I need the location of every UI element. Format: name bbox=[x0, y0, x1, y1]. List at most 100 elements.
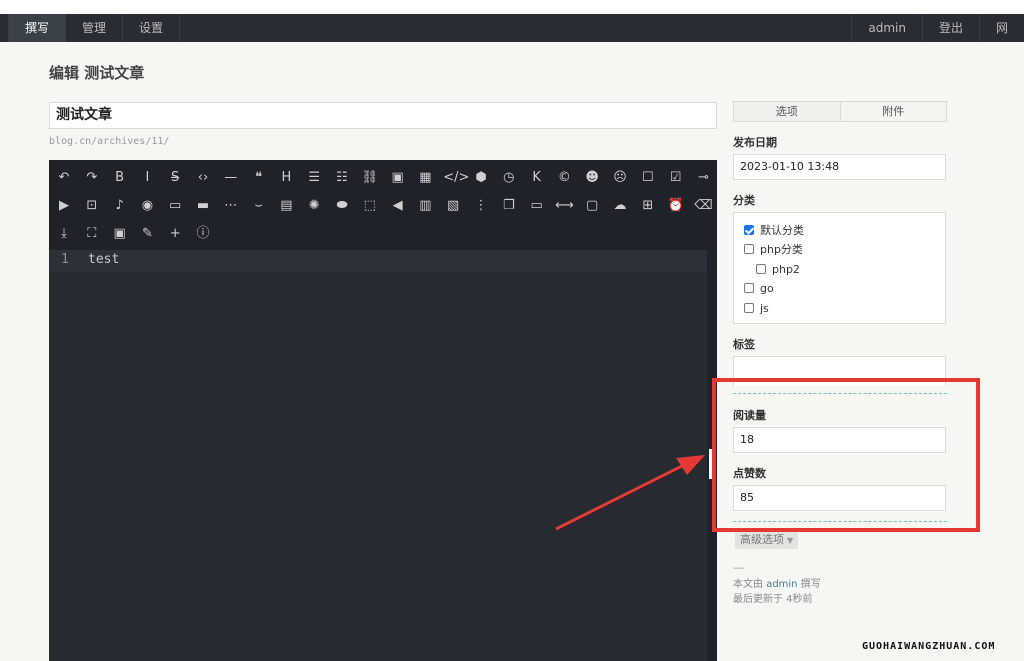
meta-separator: — bbox=[733, 561, 744, 574]
category-item[interactable]: js bbox=[744, 301, 769, 315]
checkbox-icon[interactable] bbox=[744, 283, 754, 293]
post-slug[interactable]: blog.cn/archives/11/ bbox=[49, 136, 169, 147]
caret-down-icon: ▼ bbox=[787, 536, 794, 545]
checkbox-icon[interactable] bbox=[744, 303, 754, 313]
grid-icon[interactable]: ⊞ bbox=[638, 196, 658, 216]
timeline-icon[interactable]: ⋮ bbox=[471, 196, 491, 216]
bulb-icon[interactable]: ✺ bbox=[304, 196, 324, 216]
undo-icon[interactable]: ↶ bbox=[54, 168, 74, 188]
music-icon[interactable]: ♪ bbox=[110, 196, 130, 216]
unordered-list-icon[interactable]: ☷ bbox=[332, 168, 352, 188]
category-item[interactable]: 默认分类 bbox=[744, 223, 804, 237]
category-item[interactable]: php2 bbox=[756, 262, 800, 276]
toggle-icon[interactable]: ⬬ bbox=[332, 196, 352, 216]
plus-icon[interactable]: + bbox=[165, 224, 185, 244]
info-icon[interactable]: ⓘ bbox=[193, 224, 213, 244]
nav-right-menu: admin 登出 网 bbox=[851, 14, 1024, 42]
category-item[interactable]: go bbox=[744, 281, 774, 295]
tab-options[interactable]: 选项 bbox=[734, 102, 840, 121]
page-title: 编辑 测试文章 bbox=[49, 64, 145, 82]
nav-item-user[interactable]: admin bbox=[851, 14, 922, 42]
advanced-options-button[interactable]: 高级选项 ▼ bbox=[735, 531, 799, 549]
tab-attachments[interactable]: 附件 bbox=[839, 102, 946, 121]
copyright-icon[interactable]: © bbox=[554, 168, 574, 188]
speaker-icon[interactable]: ◀ bbox=[388, 196, 408, 216]
kbd-icon[interactable]: K bbox=[527, 168, 547, 188]
post-title-input[interactable]: 测试文章 bbox=[49, 102, 717, 129]
checkbox-icon[interactable] bbox=[756, 264, 766, 274]
checkbox-icon[interactable]: ☐ bbox=[638, 168, 658, 188]
category-label-text: go bbox=[760, 281, 774, 295]
button-icon[interactable]: ▭ bbox=[165, 196, 185, 216]
text-box-icon[interactable]: ▤ bbox=[276, 196, 296, 216]
download-icon[interactable]: ⤓ bbox=[54, 224, 74, 244]
netease-icon[interactable]: ◉ bbox=[137, 196, 157, 216]
category-list: 默认分类 php分类 php2 go js bbox=[733, 212, 946, 324]
annotation-highlight-box bbox=[712, 378, 980, 532]
eraser-icon[interactable]: ⌫ bbox=[693, 196, 713, 216]
fullscreen-icon[interactable]: ⛶ bbox=[82, 224, 102, 244]
sad-icon[interactable]: ☹ bbox=[610, 168, 630, 188]
category-label-text: php2 bbox=[772, 262, 800, 276]
preview-icon[interactable]: ▣ bbox=[110, 224, 130, 244]
author-link[interactable]: admin bbox=[766, 579, 797, 590]
category-label-text: js bbox=[760, 301, 769, 315]
bilibili-icon[interactable]: ⊡ bbox=[82, 196, 102, 216]
link-icon[interactable]: ⛓ bbox=[360, 168, 380, 188]
nav-left-menu: 撰写 管理 设置 bbox=[8, 14, 181, 42]
editor-content[interactable]: test bbox=[88, 252, 119, 267]
advanced-options-label: 高级选项 bbox=[740, 533, 784, 546]
ordered-list-icon[interactable]: ☰ bbox=[304, 168, 324, 188]
redo-icon[interactable]: ↷ bbox=[82, 168, 102, 188]
copy-icon[interactable]: ❐ bbox=[499, 196, 519, 216]
meta-suffix: 撰写 bbox=[800, 579, 821, 590]
watermark: GUOHAIWANGZHUAN.COM bbox=[862, 641, 996, 652]
dashed-box-icon[interactable]: ⬚ bbox=[360, 196, 380, 216]
active-line bbox=[49, 250, 707, 272]
alarm-icon[interactable]: ⏰ bbox=[666, 196, 686, 216]
nav-item-logout[interactable]: 登出 bbox=[921, 14, 979, 42]
updated-meta: 最后更新于 4秒前 bbox=[733, 594, 813, 605]
pen-icon[interactable]: ✎ bbox=[137, 224, 157, 244]
checkbox-checked-icon[interactable] bbox=[744, 225, 754, 235]
video-icon[interactable]: ▶ bbox=[54, 196, 74, 216]
window-icon[interactable]: ▢ bbox=[582, 196, 602, 216]
tags-label: 标签 bbox=[733, 338, 755, 351]
folder-icon[interactable]: ▭ bbox=[527, 196, 547, 216]
annotation-arrow-icon bbox=[555, 455, 705, 531]
divider-icon[interactable]: ⟷ bbox=[554, 196, 574, 216]
category-label-text: php分类 bbox=[760, 243, 803, 256]
image-icon[interactable]: ▣ bbox=[388, 168, 408, 188]
cloud-icon[interactable]: ☁ bbox=[610, 196, 630, 216]
category-label: 分类 bbox=[733, 194, 755, 207]
nav-item-settings[interactable]: 设置 bbox=[123, 14, 181, 42]
bold-icon[interactable]: B bbox=[110, 168, 130, 188]
category-item[interactable]: php分类 bbox=[744, 242, 803, 256]
heading-icon[interactable]: H bbox=[276, 168, 296, 188]
table-icon[interactable]: ▦ bbox=[415, 168, 435, 188]
strikethrough-icon[interactable]: S̶ bbox=[165, 168, 185, 188]
html5-icon[interactable]: ⬢ bbox=[471, 168, 491, 188]
code-inline-icon[interactable]: ‹› bbox=[193, 168, 213, 188]
layout-icon[interactable]: ▥ bbox=[415, 196, 435, 216]
commit-icon[interactable]: ⊸ bbox=[693, 168, 713, 188]
publish-date-input[interactable]: 2023-01-10 13:48 bbox=[733, 154, 946, 180]
meta-prefix: 本文由 bbox=[733, 579, 763, 590]
markdown-editor: ↶ ↷ B I S̶ ‹› — ❝ H ☰ ☷ ⛓ ▣ ▦ </> ⬢ ◷ K © ☻ ☹ ☐ ☑ ⊸ ▶ ⊡ ♪ ◉ ▭ ▬ ⋯ ⌣ ▤ ✺ ⬬… bbox=[49, 160, 717, 661]
dots-icon[interactable]: ⋯ bbox=[221, 196, 241, 216]
top-navbar: 撰写 管理 设置 admin 登出 网 bbox=[0, 14, 1024, 42]
code-block-icon[interactable]: </> bbox=[443, 168, 469, 188]
nav-item-write[interactable]: 撰写 bbox=[8, 14, 67, 42]
checkbox-icon[interactable] bbox=[744, 244, 754, 254]
quote-icon[interactable]: ❝ bbox=[249, 168, 269, 188]
nav-item-manage[interactable]: 管理 bbox=[66, 14, 124, 42]
clock-icon[interactable]: ◷ bbox=[499, 168, 519, 188]
emoji-icon[interactable]: ☻ bbox=[582, 168, 602, 188]
hr-icon[interactable]: — bbox=[221, 168, 241, 188]
hide-icon[interactable]: ⌣ bbox=[249, 196, 269, 216]
nav-item-site[interactable]: 网 bbox=[978, 14, 1024, 42]
checkbox-checked-icon[interactable]: ☑ bbox=[666, 168, 686, 188]
italic-icon[interactable]: I bbox=[137, 168, 157, 188]
note-icon[interactable]: ▧ bbox=[443, 196, 463, 216]
card-icon[interactable]: ▬ bbox=[193, 196, 213, 216]
